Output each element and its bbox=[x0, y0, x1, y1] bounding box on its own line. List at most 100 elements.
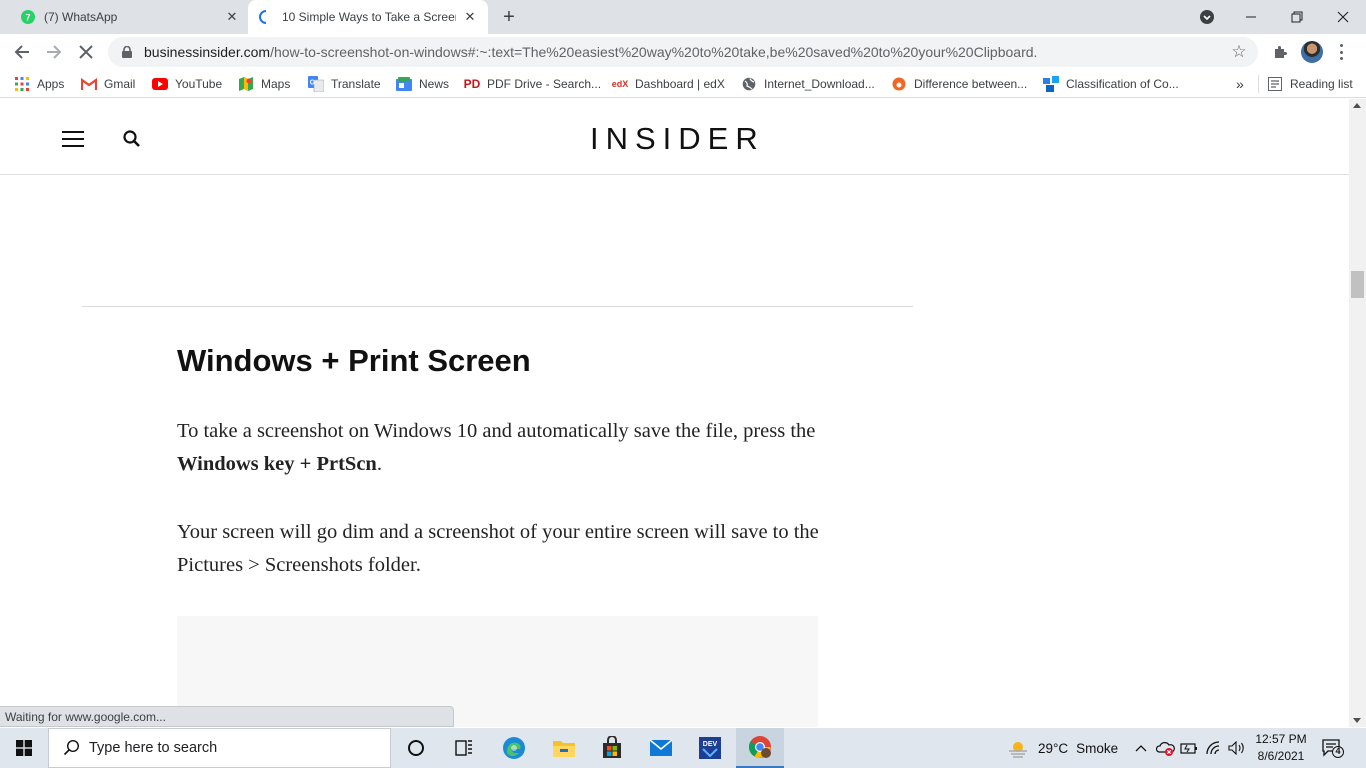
bookmark-classification[interactable]: Classification of Co... bbox=[1043, 75, 1179, 93]
section-divider bbox=[82, 306, 913, 307]
extensions-puzzle-icon[interactable] bbox=[1270, 42, 1290, 62]
address-bar[interactable]: businessinsider.com/how-to-screenshot-on… bbox=[108, 37, 1258, 67]
whatsapp-icon: 7 bbox=[20, 9, 36, 25]
blue-site-icon bbox=[1043, 76, 1059, 92]
volume-icon[interactable] bbox=[1228, 728, 1246, 768]
taskbar-chrome[interactable] bbox=[736, 728, 784, 768]
bookmark-translate[interactable]: G Translate bbox=[308, 75, 381, 93]
forward-button[interactable] bbox=[40, 38, 68, 66]
task-view-button[interactable] bbox=[440, 728, 488, 768]
close-tab-icon[interactable]: ✕ bbox=[462, 9, 478, 25]
onedrive-error-icon[interactable] bbox=[1156, 728, 1176, 768]
mail-icon bbox=[649, 739, 673, 756]
tab-whatsapp[interactable]: 7 (7) WhatsApp ✕ bbox=[12, 0, 244, 34]
tab-article[interactable]: 10 Simple Ways to Take a Screen ✕ bbox=[248, 0, 488, 34]
scrollbar-thumb[interactable] bbox=[1351, 271, 1364, 298]
svg-text:7: 7 bbox=[25, 13, 30, 23]
gmail-icon bbox=[81, 76, 97, 92]
edge-icon bbox=[503, 737, 525, 759]
hamburger-menu-icon[interactable] bbox=[62, 131, 84, 147]
scroll-up-arrow-icon[interactable] bbox=[1353, 103, 1361, 108]
close-tab-icon[interactable]: ✕ bbox=[224, 9, 240, 25]
chrome-menu-icon[interactable] bbox=[1334, 42, 1348, 62]
taskbar-dev-cpp[interactable]: DEV bbox=[686, 728, 734, 768]
minimize-button[interactable] bbox=[1228, 0, 1274, 34]
windows-taskbar: Type here to search DEV 29°C Smoke 12:57… bbox=[0, 728, 1366, 768]
pdfdrive-icon: PD bbox=[463, 77, 481, 91]
bookmark-pdfdrive[interactable]: PD PDF Drive - Search... bbox=[464, 75, 601, 93]
tab-title: 10 Simple Ways to Take a Screen bbox=[282, 10, 456, 24]
windows-start-button[interactable] bbox=[0, 728, 48, 768]
taskbar-edge[interactable] bbox=[490, 728, 538, 768]
system-clock[interactable]: 12:57 PM 8/6/2021 bbox=[1250, 731, 1312, 767]
stop-icon bbox=[79, 45, 93, 59]
globe-icon bbox=[741, 76, 757, 92]
taskbar-file-explorer[interactable] bbox=[540, 728, 588, 768]
chrome-icon bbox=[749, 736, 771, 758]
bookmark-label: Dashboard | edX bbox=[635, 77, 725, 91]
lock-icon[interactable] bbox=[120, 45, 134, 59]
weather-sun-haze-icon bbox=[1009, 742, 1027, 758]
taskbar-microsoft-store[interactable] bbox=[588, 728, 636, 768]
tab-search-icon[interactable] bbox=[1184, 0, 1230, 34]
bookmark-difference[interactable]: Difference between... bbox=[891, 75, 1027, 93]
dev-cpp-icon: DEV bbox=[699, 737, 721, 759]
url-text: businessinsider.com/how-to-screenshot-on… bbox=[144, 44, 1037, 60]
clock-time: 12:57 PM bbox=[1255, 732, 1307, 746]
taskbar-search-box[interactable]: Type here to search bbox=[48, 728, 391, 768]
cortana-circle-icon bbox=[408, 740, 424, 756]
bookmark-edx[interactable]: edX Dashboard | edX bbox=[612, 75, 725, 93]
bold-keyboard-shortcut: Windows key + PrtScn bbox=[177, 453, 377, 475]
forward-arrow-icon bbox=[47, 45, 62, 59]
bookmark-star-icon[interactable]: ☆ bbox=[1230, 43, 1248, 61]
loading-spinner-icon bbox=[258, 9, 274, 25]
cortana-button[interactable] bbox=[392, 728, 440, 768]
show-hidden-icons-chevron-icon[interactable] bbox=[1133, 728, 1149, 768]
bookmark-label: News bbox=[419, 77, 450, 91]
taskbar-mail[interactable] bbox=[637, 728, 685, 768]
stop-loading-button[interactable] bbox=[72, 38, 100, 66]
tab-title: (7) WhatsApp bbox=[44, 10, 118, 24]
site-header: INSIDER bbox=[0, 99, 1349, 175]
insider-logo[interactable]: INSIDER bbox=[590, 121, 760, 157]
close-window-button[interactable] bbox=[1320, 0, 1366, 34]
maps-icon bbox=[238, 76, 254, 92]
search-icon[interactable] bbox=[122, 129, 142, 149]
article-paragraph: Your screen will go dim and a screenshot… bbox=[177, 521, 819, 576]
tab-strip: 7 (7) WhatsApp ✕ 10 Simple Ways to Take … bbox=[0, 0, 1366, 34]
youtube-icon bbox=[152, 76, 168, 92]
weather-condition: Smoke bbox=[1076, 740, 1119, 756]
article-paragraph: To take a screenshot on Windows 10 and a… bbox=[177, 415, 837, 481]
bookmark-label: Classification of Co... bbox=[1066, 77, 1179, 91]
back-arrow-icon bbox=[14, 45, 29, 59]
paragraph-text: To take a screenshot on Windows 10 and a… bbox=[177, 420, 816, 442]
action-center-button[interactable]: 4 bbox=[1322, 738, 1344, 758]
svg-text:G: G bbox=[310, 80, 316, 87]
reading-list-button[interactable]: Reading list bbox=[1267, 75, 1353, 93]
translate-icon: G bbox=[308, 76, 324, 92]
restore-button[interactable] bbox=[1274, 0, 1320, 34]
bookmark-apps[interactable]: Apps bbox=[14, 75, 64, 93]
bookmark-gmail[interactable]: Gmail bbox=[81, 75, 135, 93]
reading-list-icon bbox=[1267, 76, 1283, 92]
bookmarks-overflow-button[interactable]: » bbox=[1236, 75, 1244, 93]
paragraph-text: . bbox=[376, 453, 382, 475]
folder-icon bbox=[553, 741, 575, 757]
search-icon bbox=[63, 739, 80, 756]
battery-icon[interactable] bbox=[1180, 728, 1198, 768]
scroll-down-arrow-icon[interactable] bbox=[1353, 718, 1361, 723]
weather-temperature: 29°C bbox=[1038, 740, 1069, 756]
bookmark-maps[interactable]: Maps bbox=[238, 75, 290, 93]
back-button[interactable] bbox=[8, 38, 36, 66]
bookmark-youtube[interactable]: YouTube bbox=[152, 75, 222, 93]
bookmark-label: Gmail bbox=[104, 77, 136, 91]
bookmark-internet-download[interactable]: Internet_Download... bbox=[741, 75, 875, 93]
weather-widget[interactable]: 29°C Smoke bbox=[1006, 728, 1118, 768]
wifi-icon[interactable] bbox=[1205, 728, 1223, 768]
bookmarks-divider bbox=[1258, 75, 1259, 93]
bookmark-label: Internet_Download... bbox=[764, 77, 875, 91]
bookmark-news[interactable]: News bbox=[396, 75, 449, 93]
page-scrollbar[interactable] bbox=[1349, 99, 1366, 727]
profile-avatar[interactable] bbox=[1301, 41, 1323, 63]
new-tab-button[interactable]: + bbox=[498, 6, 520, 28]
